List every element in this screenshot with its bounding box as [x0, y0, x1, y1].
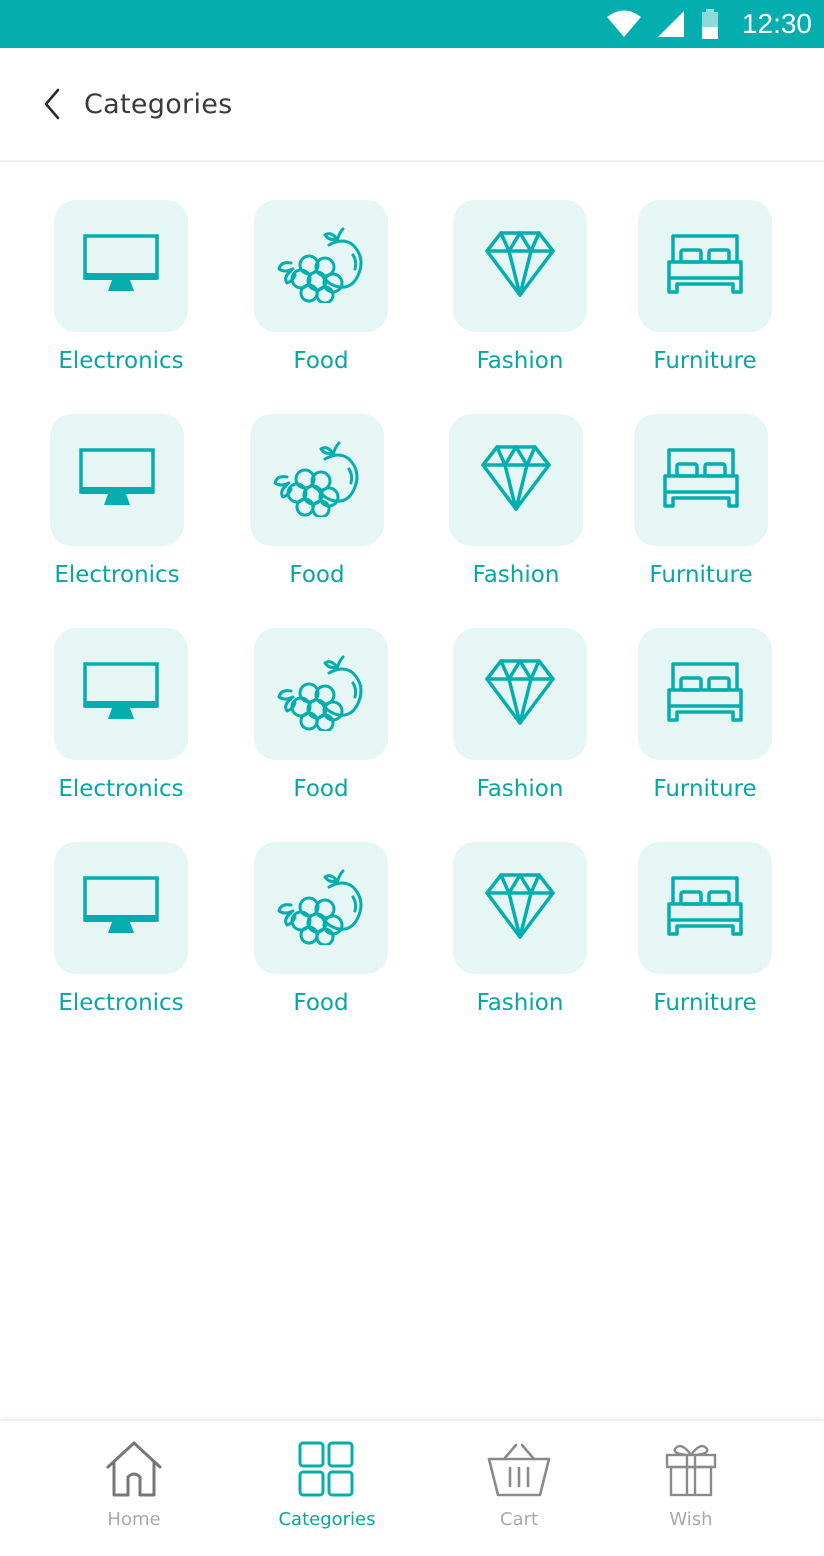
category-tile	[54, 628, 188, 760]
category-tile	[250, 414, 384, 546]
category-label: Fashion	[476, 990, 564, 1016]
nav-label-categories: Categories	[278, 1509, 376, 1530]
monitor-icon	[78, 447, 156, 513]
category-label: Furniture	[653, 990, 757, 1016]
category-label: Electronics	[54, 562, 180, 588]
category-item-fashion[interactable]: Fashion	[453, 628, 587, 802]
monitor-icon	[82, 233, 160, 299]
category-tile	[449, 414, 583, 546]
gift-icon	[665, 1444, 717, 1497]
category-row: Electronics Food Fashion Furniture	[0, 842, 824, 1056]
back-button[interactable]	[32, 84, 72, 124]
grid-icon	[298, 1441, 354, 1497]
category-tile	[54, 200, 188, 332]
status-time: 12:30	[741, 8, 812, 39]
category-tile	[638, 200, 772, 332]
category-tile	[254, 842, 388, 974]
category-item-furniture[interactable]: Furniture	[634, 414, 768, 588]
fruits-icon	[273, 225, 369, 307]
category-item-furniture[interactable]: Furniture	[638, 200, 772, 374]
category-label: Electronics	[58, 348, 184, 374]
category-tile	[638, 628, 772, 760]
bed-icon	[665, 660, 745, 728]
diamond-icon	[483, 657, 557, 731]
category-label: Electronics	[58, 990, 184, 1016]
chevron-left-icon	[44, 88, 60, 120]
category-label: Food	[289, 562, 345, 588]
category-row: Electronics Food Fashion Furniture	[0, 200, 824, 414]
category-tile	[453, 842, 587, 974]
category-item-furniture[interactable]: Furniture	[638, 842, 772, 1016]
battery-icon	[701, 9, 718, 39]
category-tile	[254, 628, 388, 760]
category-item-food[interactable]: Food	[254, 842, 388, 1016]
fruits-icon	[273, 867, 369, 949]
category-tile	[638, 842, 772, 974]
nav-label-home: Home	[107, 1509, 161, 1530]
nav-item-cart[interactable]: Cart	[439, 1439, 599, 1530]
category-label: Food	[293, 990, 349, 1016]
category-label: Furniture	[653, 776, 757, 802]
nav-item-home[interactable]: Home	[54, 1439, 214, 1530]
categories-screen: 12:30 Categories Electronics Food Fashio…	[0, 0, 824, 1556]
category-item-fashion[interactable]: Fashion	[453, 200, 587, 374]
nav-label-cart: Cart	[499, 1509, 539, 1530]
bed-icon	[665, 874, 745, 942]
diamond-icon	[479, 443, 553, 517]
fruits-icon	[269, 439, 365, 521]
category-item-electronics[interactable]: Electronics	[54, 628, 188, 802]
category-label: Food	[293, 348, 349, 374]
category-item-electronics[interactable]: Electronics	[54, 200, 188, 374]
category-label: Fashion	[476, 348, 564, 374]
category-tile	[453, 628, 587, 760]
category-tile	[50, 414, 184, 546]
status-bar: 12:30	[0, 0, 824, 48]
app-header: Categories	[0, 48, 824, 162]
category-label: Food	[293, 776, 349, 802]
nav-item-categories[interactable]: Categories	[247, 1439, 407, 1530]
nav-label-wish: Wish	[669, 1509, 713, 1530]
category-grid: Electronics Food Fashion Furniture Elect…	[0, 200, 824, 1056]
bed-icon	[661, 446, 741, 514]
category-label: Electronics	[58, 776, 184, 802]
category-item-food[interactable]: Food	[254, 200, 388, 374]
category-row: Electronics Food Fashion Furniture	[0, 414, 824, 628]
category-row: Electronics Food Fashion Furniture	[0, 628, 824, 842]
nav-item-wish[interactable]: Wish	[611, 1439, 771, 1530]
category-label: Fashion	[472, 562, 560, 588]
category-item-electronics[interactable]: Electronics	[54, 842, 188, 1016]
category-item-food[interactable]: Food	[254, 628, 388, 802]
category-tile	[634, 414, 768, 546]
category-label: Fashion	[476, 776, 564, 802]
bed-icon	[665, 232, 745, 300]
category-item-fashion[interactable]: Fashion	[453, 842, 587, 1016]
fruits-icon	[273, 653, 369, 735]
category-item-food[interactable]: Food	[250, 414, 384, 588]
category-tile	[254, 200, 388, 332]
category-tile	[453, 200, 587, 332]
diamond-icon	[483, 871, 557, 945]
diamond-icon	[483, 229, 557, 303]
category-label: Furniture	[649, 562, 753, 588]
home-icon	[106, 1441, 162, 1497]
category-item-fashion[interactable]: Fashion	[449, 414, 583, 588]
signal-icon	[657, 11, 684, 37]
monitor-icon	[82, 661, 160, 727]
bottom-nav: Home Categories Cart Wish	[0, 1419, 824, 1556]
category-item-electronics[interactable]: Electronics	[50, 414, 184, 588]
wifi-icon	[606, 10, 641, 37]
monitor-icon	[82, 875, 160, 941]
category-item-furniture[interactable]: Furniture	[638, 628, 772, 802]
category-label: Furniture	[653, 348, 757, 374]
basket-icon	[487, 1443, 551, 1497]
category-tile	[54, 842, 188, 974]
page-title: Categories	[84, 88, 233, 120]
